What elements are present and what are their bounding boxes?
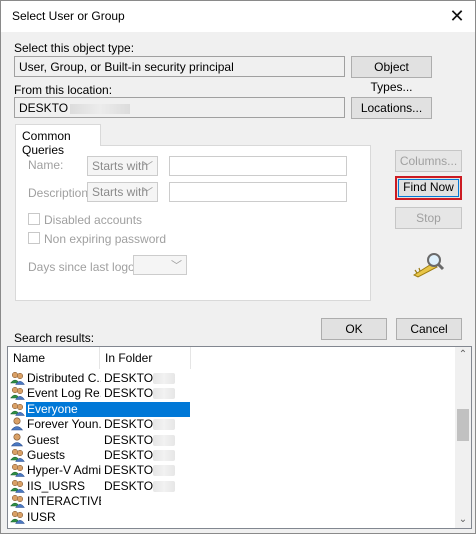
non-expiring-password-checkbox[interactable] bbox=[28, 232, 40, 244]
redacted-blur bbox=[70, 103, 131, 114]
chevron-down-icon: ﹀ bbox=[171, 260, 182, 272]
table-row[interactable]: INTERACTIVE bbox=[8, 494, 456, 509]
title-bar: Select User or Group ✕ bbox=[1, 1, 475, 32]
column-header-name[interactable]: Name bbox=[8, 347, 99, 369]
row-name: IUSR bbox=[27, 509, 56, 524]
scroll-down-icon[interactable]: ⌄ bbox=[455, 512, 471, 528]
description-query-input[interactable] bbox=[169, 182, 347, 202]
user-icon bbox=[10, 417, 25, 431]
non-expiring-password-label: Non expiring password bbox=[44, 232, 167, 246]
user-icon bbox=[10, 433, 25, 447]
table-row[interactable]: IUSR bbox=[8, 510, 456, 525]
row-name: Guests bbox=[27, 448, 66, 462]
common-queries-panel: Name: Starts with ﹀ Description: Starts … bbox=[15, 145, 371, 301]
table-row[interactable]: Hyper-V Admi...DESKTOP- bbox=[8, 463, 456, 478]
scroll-thumb[interactable] bbox=[457, 409, 469, 441]
group-icon bbox=[9, 463, 25, 478]
redacted-blur bbox=[153, 373, 175, 384]
days-since-logon-label: Days since last logon: bbox=[28, 260, 145, 274]
chevron-down-icon: ﹀ bbox=[142, 187, 153, 199]
location-label: From this location: bbox=[14, 83, 113, 97]
row-name: Hyper-V Admi... bbox=[27, 463, 101, 478]
group-icon bbox=[9, 448, 25, 462]
ok-button[interactable]: OK bbox=[321, 318, 387, 340]
name-mode-select[interactable]: Starts with ﹀ bbox=[87, 156, 158, 176]
table-row[interactable]: IIS_IUSRS DESKTOP- bbox=[8, 479, 456, 494]
locations-button[interactable]: Locations... bbox=[351, 97, 432, 119]
days-since-logon-select[interactable]: ﹀ bbox=[133, 255, 187, 275]
disabled-accounts-label: Disabled accounts bbox=[44, 213, 143, 227]
name-query-label: Name: bbox=[28, 158, 64, 172]
group-icon bbox=[9, 479, 25, 493]
redacted-blur bbox=[153, 480, 175, 492]
find-now-button[interactable]: Find Now bbox=[395, 176, 462, 200]
close-icon[interactable]: ✕ bbox=[445, 5, 469, 27]
scroll-up-icon[interactable]: ⌃ bbox=[455, 347, 471, 363]
group-icon bbox=[9, 494, 25, 508]
row-name: IIS_IUSRS bbox=[27, 478, 86, 493]
search-results-label: Search results: bbox=[14, 331, 95, 345]
description-mode-select[interactable]: Starts with ﹀ bbox=[87, 182, 158, 202]
object-type-field: User, Group, or Built-in security princi… bbox=[14, 56, 345, 77]
table-row[interactable]: Guests DESKTOP- bbox=[8, 448, 456, 463]
table-row[interactable]: Forever Youn... DESKTOP- bbox=[8, 417, 456, 432]
group-icon bbox=[9, 371, 25, 385]
redacted-blur bbox=[153, 419, 175, 431]
name-mode-value: Starts with bbox=[92, 159, 149, 173]
location-value: DESKTO bbox=[19, 101, 69, 115]
row-name: Forever Youn... bbox=[27, 417, 101, 432]
row-name: Everyone bbox=[27, 401, 78, 416]
window-title: Select User or Group bbox=[12, 9, 125, 23]
redacted-blur bbox=[153, 465, 175, 477]
redacted-blur bbox=[153, 450, 175, 461]
columns-button[interactable]: Columns... bbox=[395, 150, 462, 172]
row-name: Distributed C... bbox=[27, 371, 101, 385]
cancel-button[interactable]: Cancel bbox=[396, 318, 462, 340]
description-query-label: Description: bbox=[28, 186, 92, 200]
name-query-input[interactable] bbox=[169, 156, 347, 176]
table-row[interactable]: Event Log Re...DESKTOP- bbox=[8, 386, 456, 401]
disabled-accounts-checkbox[interactable] bbox=[28, 213, 40, 225]
object-types-button[interactable]: Object Types... bbox=[351, 56, 432, 94]
column-header-in-folder[interactable]: In Folder bbox=[100, 347, 190, 369]
search-results-list[interactable]: Name In Folder Distributed C... DESKTOP- E… bbox=[7, 346, 472, 529]
description-mode-value: Starts with bbox=[92, 185, 149, 199]
tab-common-queries[interactable]: Common Queries bbox=[15, 124, 101, 157]
redacted-blur bbox=[153, 388, 175, 400]
row-name: Guest bbox=[27, 432, 60, 447]
row-name: INTERACTIVE bbox=[27, 494, 101, 509]
table-row[interactable]: Distributed C... DESKTOP- bbox=[8, 371, 456, 386]
table-row[interactable]: Everyone bbox=[8, 401, 456, 417]
group-icon bbox=[9, 402, 25, 416]
table-row[interactable]: Guest DESKTOP- bbox=[8, 433, 456, 448]
select-user-or-group-dialog: Select User or Group ✕ Select this objec… bbox=[0, 0, 476, 534]
object-type-label: Select this object type: bbox=[14, 41, 135, 55]
vertical-scrollbar[interactable]: ⌃ ⌄ bbox=[455, 347, 471, 528]
row-name: Event Log Re... bbox=[27, 386, 101, 401]
chevron-down-icon: ﹀ bbox=[142, 161, 153, 173]
stop-button[interactable]: Stop bbox=[395, 207, 462, 229]
group-icon bbox=[9, 510, 25, 524]
group-icon bbox=[9, 386, 25, 401]
location-field: DESKTO bbox=[14, 97, 345, 118]
key-magnifier-icon bbox=[412, 253, 445, 278]
redacted-blur bbox=[153, 434, 175, 446]
column-divider[interactable] bbox=[190, 347, 191, 369]
